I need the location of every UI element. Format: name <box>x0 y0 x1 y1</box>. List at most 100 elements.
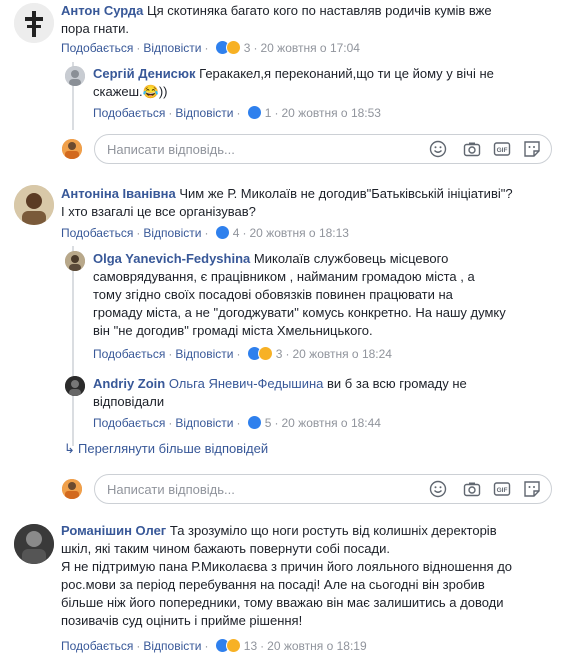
reply-line-text: тому згідно своїх посадові обовязків пов… <box>93 287 453 302</box>
avatar[interactable] <box>14 524 54 564</box>
reactions[interactable] <box>246 105 262 124</box>
avatar[interactable] <box>65 251 85 271</box>
reply-line-text: Геракакел,я переконаний,що ти це йому у … <box>199 66 494 81</box>
like-button[interactable]: Подобається <box>93 106 165 120</box>
reply-line <box>72 246 74 446</box>
comment-timestamp[interactable]: 20 жовтня о 18:19 <box>267 639 367 653</box>
comment-author[interactable]: Романішин Олег <box>61 523 166 538</box>
svg-text:GIF: GIF <box>497 487 508 494</box>
reply-composer[interactable]: Написати відповідь... GIF <box>94 474 552 504</box>
comment-timestamp[interactable]: 20 жовтня о 17:04 <box>260 41 360 55</box>
like-reaction-icon <box>246 415 262 430</box>
reactions[interactable] <box>214 225 230 244</box>
person-avatar-icon <box>14 524 54 564</box>
reply-line-text: він "не догодив" громаді міста Хмельниць… <box>93 323 373 338</box>
reply-composer[interactable]: Написати відповідь... GIF <box>94 134 552 164</box>
like-button[interactable]: Подобається <box>61 41 133 55</box>
composer-placeholder: Написати відповідь... <box>107 142 235 157</box>
comment-line: рос.мови за період перебування на посаді… <box>61 577 485 592</box>
comment-line: Та зрозуміло що ноги ростуть від колишні… <box>169 523 497 538</box>
svg-text:GIF: GIF <box>497 147 508 154</box>
comment-line: Чим же Р. Миколаїв не догодив"Батьківськ… <box>179 186 513 201</box>
reply-line-text: відповідали <box>93 394 165 409</box>
reply-timestamp[interactable]: 20 жовтня о 18:53 <box>281 106 381 120</box>
comment-line: пора гнати. <box>61 21 130 36</box>
reactions[interactable] <box>246 415 262 434</box>
like-button[interactable]: Подобається <box>93 347 165 361</box>
more-replies-link[interactable]: ↳ Переглянути більше відповідей <box>64 441 268 457</box>
reply-text: Сергій Денисюк Геракакел,я переконаний,щ… <box>93 65 563 101</box>
gif-icon[interactable]: GIF <box>493 480 511 498</box>
reply-timestamp[interactable]: 20 жовтня о 18:44 <box>281 416 381 430</box>
reaction-count[interactable]: 13 <box>241 639 257 653</box>
haha-reaction-icon <box>257 346 273 361</box>
reply-text: Andriy Zoin Ольга Яневич-Федышина ви б з… <box>93 375 563 411</box>
reply-line-text: самоврядування, є працівником , найманим… <box>93 269 475 284</box>
like-button[interactable]: Подобається <box>61 226 133 240</box>
comment-line: І хто взагалі це все організував? <box>61 204 256 219</box>
composer-placeholder: Написати відповідь... <box>107 482 235 497</box>
avatar[interactable] <box>14 3 54 43</box>
reply-author[interactable]: Сергій Денисюк <box>93 66 196 81</box>
comment-line: позивачів суд оцінить і прийме рішення! <box>61 613 303 628</box>
reply-arrow-icon: ↳ <box>64 441 75 456</box>
person-avatar-icon <box>62 139 82 159</box>
avatar[interactable] <box>65 66 85 86</box>
cross-avatar-icon <box>14 3 54 43</box>
comment-meta: Подобається · Відповісти · 4 · 20 жовтня о 18… <box>61 225 349 244</box>
reactions[interactable] <box>214 638 241 657</box>
reactions[interactable] <box>246 346 273 365</box>
reply-button[interactable]: Відповісти <box>175 106 233 120</box>
gif-icon[interactable]: GIF <box>493 140 511 158</box>
like-button[interactable]: Подобається <box>93 416 165 430</box>
comment-text: Антоніна Іванівна Чим же Р. Миколаїв не … <box>61 185 571 221</box>
camera-icon[interactable] <box>463 480 481 498</box>
avatar[interactable] <box>65 376 85 396</box>
like-button[interactable]: Подобається <box>61 639 133 653</box>
comment-timestamp[interactable]: 20 жовтня о 18:13 <box>249 226 349 240</box>
comment-text: Антон Сурда Ця скотиняка багато кого по … <box>61 2 561 38</box>
reply-line-text: скажеш.😂)) <box>93 84 168 99</box>
more-replies-label: Переглянути більше відповідей <box>78 441 269 456</box>
sticker-icon[interactable] <box>523 140 541 158</box>
reply-line-text: Миколаїв службовець місцевого <box>253 251 449 266</box>
haha-reaction-icon <box>225 40 241 55</box>
haha-reaction-icon <box>225 638 241 653</box>
like-reaction-icon <box>214 225 230 240</box>
sticker-icon[interactable] <box>523 480 541 498</box>
comment-line: Ця скотиняка багато кого по наставляв ро… <box>147 3 492 18</box>
emoji-icon[interactable] <box>429 140 447 158</box>
reply-line-text: ви б за всю громаду не <box>327 376 467 391</box>
like-reaction-icon <box>246 105 262 120</box>
reply-line-text: громаду міста, а не "догоджувати" комусь… <box>93 305 506 320</box>
reply-meta: Подобається · Відповісти · 5 · 20 жовтня о 18… <box>93 415 381 434</box>
reply-button[interactable]: Відповісти <box>143 639 201 653</box>
reply-author[interactable]: Olga Yanevich-Fedyshina <box>93 251 250 266</box>
comment-author[interactable]: Антон Сурда <box>61 3 143 18</box>
reply-author[interactable]: Andriy Zoin <box>93 376 165 391</box>
reply-text: Olga Yanevich-Fedyshina Миколаїв службов… <box>93 250 573 340</box>
reply-button[interactable]: Відповісти <box>175 416 233 430</box>
comment-line: Я не підтримую пана Р.Миколаєва з причин… <box>61 559 513 574</box>
camera-icon[interactable] <box>463 140 481 158</box>
my-avatar <box>62 139 82 159</box>
mention-link[interactable]: Ольга Яневич-Федышина <box>169 376 324 391</box>
reply-button[interactable]: Відповісти <box>143 226 201 240</box>
emoji-icon[interactable] <box>429 480 447 498</box>
comment-meta: Подобається · Відповісти · 13 · 20 жовтня о 1… <box>61 638 367 657</box>
reply-meta: Подобається · Відповісти · 3 · 20 жовтня о 18… <box>93 346 392 365</box>
comment-author[interactable]: Антоніна Іванівна <box>61 186 176 201</box>
reply-button[interactable]: Відповісти <box>143 41 201 55</box>
reply-meta: Подобається · Відповісти · 1 · 20 жовтня о 18… <box>93 105 381 124</box>
avatar[interactable] <box>14 185 54 225</box>
comment-line: шкіл, які таким чином бажають повернути … <box>61 541 390 556</box>
comment-meta: Подобається · Відповісти · 3 · 20 жовтня о 17… <box>61 40 360 59</box>
person-avatar-icon <box>62 479 82 499</box>
comment-text: Романішин Олег Та зрозуміло що ноги рост… <box>61 522 576 630</box>
reply-button[interactable]: Відповісти <box>175 347 233 361</box>
reply-timestamp[interactable]: 20 жовтня о 18:24 <box>292 347 392 361</box>
person-avatar-icon <box>14 185 54 225</box>
reactions[interactable] <box>214 40 241 59</box>
my-avatar <box>62 479 82 499</box>
person-avatar-icon <box>65 376 85 396</box>
